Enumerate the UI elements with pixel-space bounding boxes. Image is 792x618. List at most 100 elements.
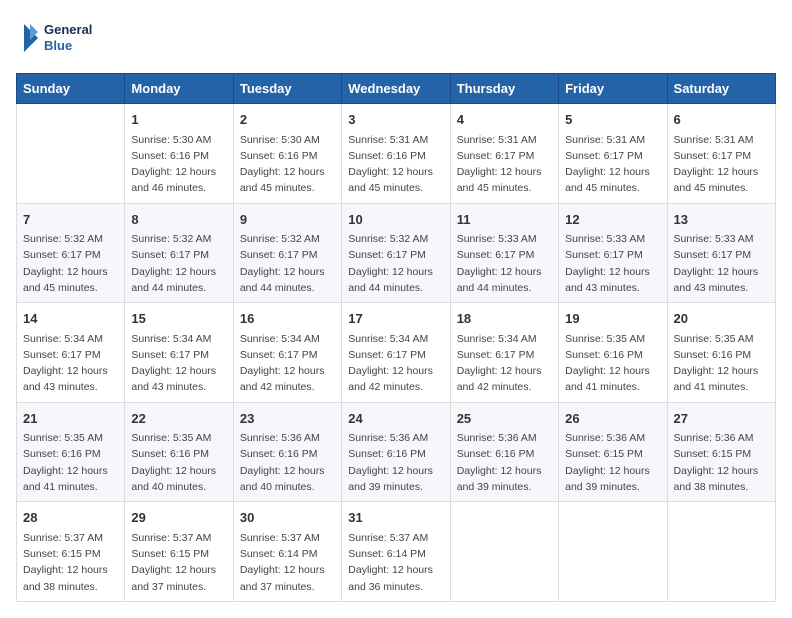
day-info: Sunrise: 5:34 AMSunset: 6:17 PMDaylight:… xyxy=(240,331,335,396)
day-info: Sunrise: 5:34 AMSunset: 6:17 PMDaylight:… xyxy=(457,331,552,396)
weekday-header-monday: Monday xyxy=(125,74,233,104)
day-info: Sunrise: 5:32 AMSunset: 6:17 PMDaylight:… xyxy=(131,231,226,296)
day-number: 20 xyxy=(674,309,769,329)
calendar-cell xyxy=(559,502,667,602)
day-info: Sunrise: 5:34 AMSunset: 6:17 PMDaylight:… xyxy=(131,331,226,396)
calendar-cell: 27Sunrise: 5:36 AMSunset: 6:15 PMDayligh… xyxy=(667,402,775,502)
calendar-week-row: 14 Sunrise: 5:34 AMSunset: 6:17 PMDayligh… xyxy=(17,303,776,403)
calendar-table: SundayMondayTuesdayWednesdayThursdayFrid… xyxy=(16,73,776,602)
day-info: Sunrise: 5:33 AMSunset: 6:17 PMDaylight:… xyxy=(565,231,660,296)
day-number: 15 xyxy=(131,309,226,329)
day-info: Sunrise: 5:35 AMSunset: 6:16 PMDaylight:… xyxy=(565,331,660,396)
day-number: 16 xyxy=(240,309,335,329)
calendar-cell: 18Sunrise: 5:34 AMSunset: 6:17 PMDayligh… xyxy=(450,303,558,403)
calendar-cell: 22Sunrise: 5:35 AMSunset: 6:16 PMDayligh… xyxy=(125,402,233,502)
day-info: Sunrise: 5:33 AMSunset: 6:17 PMDaylight:… xyxy=(674,231,769,296)
day-info: Sunrise: 5:36 AMSunset: 6:15 PMDaylight:… xyxy=(674,430,769,495)
calendar-cell: 19Sunrise: 5:35 AMSunset: 6:16 PMDayligh… xyxy=(559,303,667,403)
day-info: Sunrise: 5:32 AMSunset: 6:17 PMDaylight:… xyxy=(23,231,118,296)
weekday-header-row: SundayMondayTuesdayWednesdayThursdayFrid… xyxy=(17,74,776,104)
day-number: 21 xyxy=(23,409,118,429)
weekday-header-thursday: Thursday xyxy=(450,74,558,104)
svg-text:Blue: Blue xyxy=(44,38,72,53)
calendar-cell: 29Sunrise: 5:37 AMSunset: 6:15 PMDayligh… xyxy=(125,502,233,602)
calendar-cell: 30Sunrise: 5:37 AMSunset: 6:14 PMDayligh… xyxy=(233,502,341,602)
day-info: Sunrise: 5:32 AMSunset: 6:17 PMDaylight:… xyxy=(348,231,443,296)
calendar-cell: 17Sunrise: 5:34 AMSunset: 6:17 PMDayligh… xyxy=(342,303,450,403)
day-number: 18 xyxy=(457,309,552,329)
calendar-cell: 10Sunrise: 5:32 AMSunset: 6:17 PMDayligh… xyxy=(342,203,450,303)
day-number: 3 xyxy=(348,110,443,130)
day-number: 31 xyxy=(348,508,443,528)
calendar-cell: 25Sunrise: 5:36 AMSunset: 6:16 PMDayligh… xyxy=(450,402,558,502)
day-number: 5 xyxy=(565,110,660,130)
day-info: Sunrise: 5:31 AMSunset: 6:17 PMDaylight:… xyxy=(674,132,769,197)
page-header: General Blue xyxy=(16,16,776,61)
calendar-cell: 20Sunrise: 5:35 AMSunset: 6:16 PMDayligh… xyxy=(667,303,775,403)
logo-svg: General Blue xyxy=(16,16,106,61)
calendar-cell: 21Sunrise: 5:35 AMSunset: 6:16 PMDayligh… xyxy=(17,402,125,502)
day-number: 6 xyxy=(674,110,769,130)
calendar-week-row: 1Sunrise: 5:30 AMSunset: 6:16 PMDaylight… xyxy=(17,104,776,204)
day-number: 17 xyxy=(348,309,443,329)
calendar-cell: 8Sunrise: 5:32 AMSunset: 6:17 PMDaylight… xyxy=(125,203,233,303)
day-info: Sunrise: 5:35 AMSunset: 6:16 PMDaylight:… xyxy=(674,331,769,396)
day-number: 10 xyxy=(348,210,443,230)
day-number: 12 xyxy=(565,210,660,230)
day-info: Sunrise: 5:36 AMSunset: 6:16 PMDaylight:… xyxy=(348,430,443,495)
calendar-cell: 12Sunrise: 5:33 AMSunset: 6:17 PMDayligh… xyxy=(559,203,667,303)
calendar-cell: 5Sunrise: 5:31 AMSunset: 6:17 PMDaylight… xyxy=(559,104,667,204)
calendar-cell: 4Sunrise: 5:31 AMSunset: 6:17 PMDaylight… xyxy=(450,104,558,204)
calendar-cell: 15Sunrise: 5:34 AMSunset: 6:17 PMDayligh… xyxy=(125,303,233,403)
calendar-cell: 28Sunrise: 5:37 AMSunset: 6:15 PMDayligh… xyxy=(17,502,125,602)
calendar-cell: 1Sunrise: 5:30 AMSunset: 6:16 PMDaylight… xyxy=(125,104,233,204)
calendar-cell: 23Sunrise: 5:36 AMSunset: 6:16 PMDayligh… xyxy=(233,402,341,502)
calendar-week-row: 7Sunrise: 5:32 AMSunset: 6:17 PMDaylight… xyxy=(17,203,776,303)
calendar-cell: 31Sunrise: 5:37 AMSunset: 6:14 PMDayligh… xyxy=(342,502,450,602)
day-number: 30 xyxy=(240,508,335,528)
day-number: 8 xyxy=(131,210,226,230)
day-info: Sunrise: 5:33 AMSunset: 6:17 PMDaylight:… xyxy=(457,231,552,296)
day-number: 19 xyxy=(565,309,660,329)
day-number: 2 xyxy=(240,110,335,130)
day-number: 11 xyxy=(457,210,552,230)
day-number: 29 xyxy=(131,508,226,528)
weekday-header-tuesday: Tuesday xyxy=(233,74,341,104)
calendar-cell xyxy=(450,502,558,602)
calendar-cell: 6Sunrise: 5:31 AMSunset: 6:17 PMDaylight… xyxy=(667,104,775,204)
day-info: Sunrise: 5:36 AMSunset: 6:16 PMDaylight:… xyxy=(457,430,552,495)
day-number: 1 xyxy=(131,110,226,130)
day-number: 26 xyxy=(565,409,660,429)
day-info: Sunrise: 5:34 AMSunset: 6:17 PMDaylight:… xyxy=(348,331,443,396)
calendar-cell: 7Sunrise: 5:32 AMSunset: 6:17 PMDaylight… xyxy=(17,203,125,303)
day-info: Sunrise: 5:35 AMSunset: 6:16 PMDaylight:… xyxy=(131,430,226,495)
calendar-cell: 24Sunrise: 5:36 AMSunset: 6:16 PMDayligh… xyxy=(342,402,450,502)
day-number: 25 xyxy=(457,409,552,429)
day-number: 13 xyxy=(674,210,769,230)
day-number: 14 xyxy=(23,309,118,329)
day-info: Sunrise: 5:32 AMSunset: 6:17 PMDaylight:… xyxy=(240,231,335,296)
day-info: Sunrise: 5:37 AMSunset: 6:15 PMDaylight:… xyxy=(131,530,226,595)
day-info: Sunrise: 5:30 AMSunset: 6:16 PMDaylight:… xyxy=(131,132,226,197)
logo: General Blue xyxy=(16,16,106,61)
calendar-cell: 14Sunrise: 5:34 AMSunset: 6:17 PMDayligh… xyxy=(17,303,125,403)
calendar-cell: 9Sunrise: 5:32 AMSunset: 6:17 PMDaylight… xyxy=(233,203,341,303)
weekday-header-sunday: Sunday xyxy=(17,74,125,104)
calendar-cell: 16Sunrise: 5:34 AMSunset: 6:17 PMDayligh… xyxy=(233,303,341,403)
day-info: Sunrise: 5:37 AMSunset: 6:14 PMDaylight:… xyxy=(348,530,443,595)
weekday-header-saturday: Saturday xyxy=(667,74,775,104)
day-info: Sunrise: 5:31 AMSunset: 6:16 PMDaylight:… xyxy=(348,132,443,197)
day-number: 7 xyxy=(23,210,118,230)
day-info: Sunrise: 5:31 AMSunset: 6:17 PMDaylight:… xyxy=(565,132,660,197)
day-info: Sunrise: 5:30 AMSunset: 6:16 PMDaylight:… xyxy=(240,132,335,197)
weekday-header-wednesday: Wednesday xyxy=(342,74,450,104)
calendar-cell: 2Sunrise: 5:30 AMSunset: 6:16 PMDaylight… xyxy=(233,104,341,204)
day-number: 4 xyxy=(457,110,552,130)
day-info: Sunrise: 5:37 AMSunset: 6:15 PMDaylight:… xyxy=(23,530,118,595)
day-number: 28 xyxy=(23,508,118,528)
day-info: Sunrise: 5:35 AMSunset: 6:16 PMDaylight:… xyxy=(23,430,118,495)
day-info: Sunrise: 5:36 AMSunset: 6:15 PMDaylight:… xyxy=(565,430,660,495)
day-number: 9 xyxy=(240,210,335,230)
calendar-week-row: 21Sunrise: 5:35 AMSunset: 6:16 PMDayligh… xyxy=(17,402,776,502)
calendar-cell: 11Sunrise: 5:33 AMSunset: 6:17 PMDayligh… xyxy=(450,203,558,303)
